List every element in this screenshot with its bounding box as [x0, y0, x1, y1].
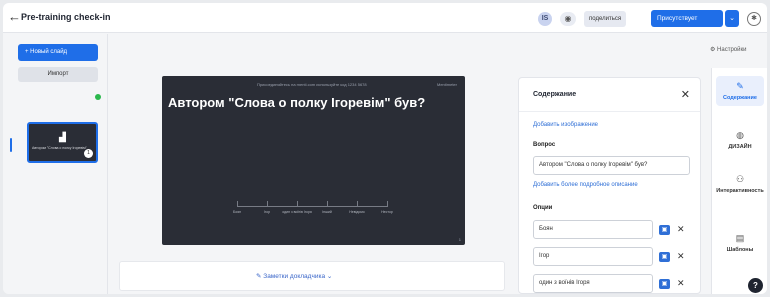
rail-tab-label: Содержание: [723, 95, 757, 101]
divider: [519, 111, 700, 112]
presentation-title[interactable]: Pre-training check-in: [21, 12, 111, 22]
slides-panel: + Новый слайд Импорт ▟ Автором "Слова о …: [3, 34, 108, 294]
speaker-notes[interactable]: ✎ Заметки докладчика ⌄: [119, 261, 505, 291]
slide-canvas[interactable]: Присоединяйтесь на menti.com используйте…: [162, 76, 465, 245]
scale-label: Інший: [322, 210, 332, 214]
question-input[interactable]: Автором "Слова о полку Ігоревім" був?: [533, 156, 690, 175]
rail-tab-label: ДИЗАЙН: [728, 144, 752, 150]
scale-label: один з воїнів Ігоря: [282, 210, 312, 214]
remove-option-icon[interactable]: ✕: [677, 224, 685, 235]
scale-label: Ігор: [263, 210, 271, 214]
speaker-notes-text: Заметки докладчика: [263, 273, 326, 280]
user-avatar[interactable]: IS: [538, 12, 552, 26]
rail-tab-design[interactable]: ◍ ДИЗАЙН: [716, 130, 764, 150]
slide-thumbnail[interactable]: ▟ Автором "Слова о полку Ігоревім" був? …: [27, 122, 98, 163]
image-icon[interactable]: ▣: [659, 252, 670, 262]
scale-tick: [387, 201, 388, 207]
scale-label: Боян: [232, 210, 242, 214]
status-dot: [95, 94, 101, 100]
share-button[interactable]: поделиться: [584, 11, 627, 27]
rail-tab-templates[interactable]: ▤ Шаблоны: [716, 233, 764, 253]
slide-number-badge: 1: [84, 149, 93, 158]
scale-tick: [327, 201, 328, 207]
options-label: Опции: [533, 205, 553, 211]
poll-icon: ▟: [59, 132, 66, 142]
gear-icon[interactable]: ✱: [747, 12, 761, 26]
present-button[interactable]: Присутствует: [651, 10, 723, 27]
users-icon: ⚇: [735, 174, 745, 184]
image-icon[interactable]: ▣: [659, 279, 670, 289]
image-icon[interactable]: ▣: [659, 225, 670, 235]
selected-indicator: [10, 138, 12, 152]
brand-logo: Mentimeter: [436, 82, 457, 87]
remove-option-icon[interactable]: ✕: [677, 251, 685, 262]
scale-tick: [357, 201, 358, 207]
top-bar: ← Pre-training check-in IS ◉ поделиться …: [3, 3, 767, 33]
scale-tick: [237, 201, 238, 207]
join-instructions: Присоединяйтесь на menti.com используйте…: [257, 82, 367, 87]
palette-icon: ◍: [736, 130, 744, 140]
scale-axis: [237, 206, 387, 207]
app-window: ← Pre-training check-in IS ◉ поделиться …: [3, 3, 767, 294]
close-icon[interactable]: ✕: [681, 88, 690, 101]
content-panel: Содержание ✕ Добавить изображение Вопрос…: [518, 77, 701, 294]
settings-link[interactable]: ⚙ Настройки: [710, 46, 746, 53]
rail-tab-label: Интерактивность: [716, 188, 764, 194]
scale-tick: [297, 201, 298, 207]
option-input[interactable]: один з воїнів Ігоря: [533, 274, 653, 293]
slide-corner-number: 1: [458, 237, 461, 242]
settings-label: Настройки: [717, 47, 747, 53]
rail-tab-label: Шаблоны: [726, 247, 754, 253]
eye-icon[interactable]: ◉: [560, 12, 576, 26]
scale-label: Нестор: [381, 210, 393, 214]
speaker-notes-label: ✎ Заметки докладчика ⌄: [256, 273, 333, 280]
remove-option-icon[interactable]: ✕: [677, 278, 685, 289]
slide-thumbnail-text: Автором "Слова о полку Ігоревім" був?: [32, 146, 87, 150]
scale-tick: [267, 201, 268, 207]
question-label: Вопрос: [533, 142, 556, 148]
rail-tab-interactivity[interactable]: ⚇ Интерактивность: [716, 174, 764, 194]
add-description-link[interactable]: Добавить более подробное описание: [533, 182, 638, 188]
right-rail: ✎ Содержание ◍ ДИЗАЙН ⚇ Интерактивность …: [711, 68, 767, 294]
content-panel-title: Содержание: [533, 91, 577, 98]
slide-question: Автором "Слова о полку Ігоревім" був?: [168, 95, 426, 110]
import-button[interactable]: Импорт: [18, 67, 98, 82]
help-button[interactable]: ?: [748, 278, 763, 293]
rail-tab-content[interactable]: ✎ Содержание: [716, 76, 764, 106]
new-slide-button[interactable]: + Новый слайд: [18, 44, 98, 61]
arrow-left-icon[interactable]: ←: [8, 9, 21, 24]
chevron-down-icon[interactable]: ⌄: [725, 10, 739, 27]
add-image-link[interactable]: Добавить изображение: [533, 122, 598, 128]
template-icon: ▤: [735, 233, 745, 243]
scale-label: Невідомо: [349, 210, 365, 214]
pencil-icon: ✎: [736, 81, 744, 91]
option-input[interactable]: Ігор: [533, 247, 653, 266]
option-input[interactable]: Боян: [533, 220, 653, 239]
